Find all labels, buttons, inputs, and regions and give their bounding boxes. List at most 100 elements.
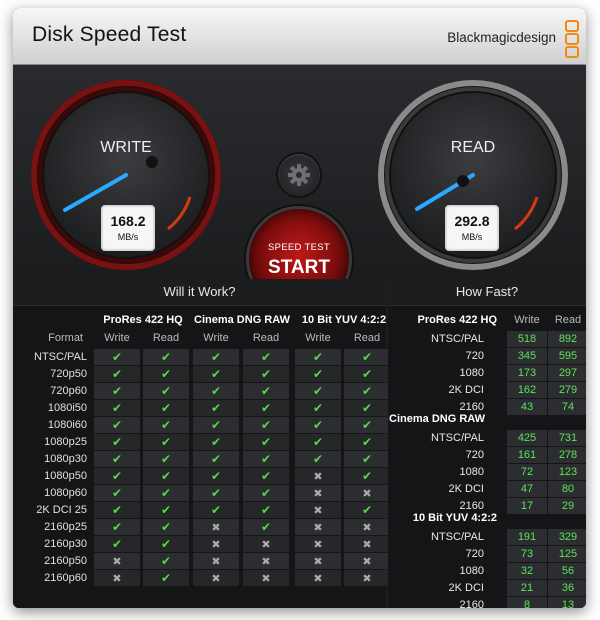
format-label: 2K DCI 25 — [36, 504, 87, 516]
support-cell: ✔ — [94, 434, 140, 450]
support-cell: ✔ — [143, 417, 189, 433]
format-label: NTSC/PAL — [34, 351, 87, 363]
format-label: 720p60 — [50, 385, 87, 397]
table-row: 2160p30 ✔ ✔ ✖ ✖ ✖ ✖ — [13, 536, 390, 552]
cross-icon: ✖ — [313, 522, 323, 534]
write-gauge-label: WRITE — [100, 139, 152, 156]
support-cell: ✔ — [243, 400, 289, 416]
format-label: 2160p25 — [44, 521, 87, 533]
support-cell: ✔ — [344, 383, 390, 399]
write-column-header: Write — [305, 332, 331, 344]
format-label: 1080i60 — [47, 419, 87, 431]
write-speed-value: 47 — [507, 481, 547, 497]
app-title: Disk Speed Test — [32, 23, 187, 46]
format-label: 2160 — [459, 599, 484, 608]
format-label: 1080p60 — [44, 487, 87, 499]
format-label: 1080 — [459, 367, 484, 379]
format-label: 720 — [465, 449, 484, 461]
check-icon: ✔ — [160, 520, 172, 534]
check-icon: ✔ — [260, 452, 272, 466]
format-label: 1080p25 — [44, 436, 87, 448]
check-icon: ✔ — [160, 452, 172, 466]
check-icon: ✔ — [160, 554, 172, 568]
support-cell: ✔ — [94, 519, 140, 535]
codec-group-header: ProRes 422 HQ — [417, 314, 497, 326]
support-cell: ✔ — [193, 383, 239, 399]
support-cell: ✔ — [94, 451, 140, 467]
check-icon: ✔ — [260, 486, 272, 500]
start-button-top-label: SPEED TEST — [268, 242, 330, 253]
cross-icon: ✖ — [211, 573, 221, 585]
codec-header: ProRes 422 HQ — [103, 314, 183, 326]
support-cell: ✔ — [344, 400, 390, 416]
support-cell: ✖ — [344, 570, 390, 586]
will-it-work-title: Will it Work? — [13, 279, 386, 306]
support-cell: ✔ — [143, 451, 189, 467]
read-speed-value: 297 — [548, 365, 586, 381]
format-label: 2160p60 — [44, 572, 87, 584]
cross-icon: ✖ — [261, 539, 271, 551]
table-row: 2160p50 ✖ ✔ ✖ ✖ ✖ ✖ — [13, 553, 390, 569]
check-icon: ✔ — [160, 367, 172, 381]
check-icon: ✔ — [160, 469, 172, 483]
read-speed-value: 123 — [548, 464, 586, 480]
support-cell: ✔ — [193, 485, 239, 501]
write-speed-value: 8 — [507, 597, 547, 608]
support-cell: ✔ — [143, 349, 189, 365]
support-cell: ✔ — [344, 349, 390, 365]
cross-icon: ✖ — [211, 539, 221, 551]
support-cell: ✖ — [193, 519, 239, 535]
support-cell: ✖ — [295, 570, 341, 586]
settings-button[interactable] — [278, 154, 320, 196]
read-value: 292.8 — [454, 213, 490, 229]
support-cell: ✔ — [193, 451, 239, 467]
brand-logo-icon — [565, 20, 579, 58]
support-cell: ✖ — [295, 485, 341, 501]
table-row: 2160p60 ✖ ✔ ✖ ✖ ✖ ✖ — [13, 570, 390, 586]
cross-icon: ✖ — [313, 471, 323, 483]
read-speed-value: 731 — [548, 430, 586, 446]
write-speed-value: 191 — [507, 529, 547, 545]
support-cell: ✔ — [143, 400, 189, 416]
cross-icon: ✖ — [261, 573, 271, 585]
brand-name: Blackmagicdesign — [447, 30, 556, 45]
support-cell: ✔ — [94, 366, 140, 382]
support-cell: ✔ — [344, 451, 390, 467]
support-cell: ✔ — [243, 519, 289, 535]
read-speed-value: 279 — [548, 382, 586, 398]
support-cell: ✔ — [243, 485, 289, 501]
write-speed-value: 425 — [507, 430, 547, 446]
check-icon: ✔ — [312, 350, 324, 364]
format-label: NTSC/PAL — [431, 432, 484, 444]
support-cell: ✖ — [295, 536, 341, 552]
check-icon: ✔ — [160, 384, 172, 398]
support-cell: ✖ — [193, 553, 239, 569]
support-cell: ✔ — [94, 417, 140, 433]
support-cell: ✔ — [193, 400, 239, 416]
support-cell: ✔ — [143, 485, 189, 501]
support-cell: ✔ — [295, 400, 341, 416]
check-icon: ✔ — [312, 401, 324, 415]
check-icon: ✔ — [361, 435, 373, 449]
table-row: 720p60 ✔ ✔ ✔ ✔ ✔ ✔ — [13, 383, 390, 399]
cross-icon: ✖ — [362, 522, 372, 534]
support-cell: ✔ — [243, 366, 289, 382]
read-gauge-label: READ — [450, 139, 496, 156]
format-label: 1080 — [459, 565, 484, 577]
check-icon: ✔ — [210, 384, 222, 398]
check-icon: ✔ — [260, 367, 272, 381]
support-cell: ✔ — [143, 536, 189, 552]
support-cell: ✔ — [344, 502, 390, 518]
read-speed-value: 125 — [548, 546, 586, 562]
read-column-header: Read — [554, 314, 582, 326]
write-speed-value: 32 — [507, 563, 547, 579]
format-label: 2160p50 — [44, 555, 87, 567]
support-cell: ✔ — [94, 502, 140, 518]
check-icon: ✔ — [361, 503, 373, 517]
support-cell: ✖ — [243, 553, 289, 569]
codec-group-header: 10 Bit YUV 4:2:2 — [412, 512, 497, 524]
write-unit: MB/s — [117, 232, 139, 242]
write-speed-value: 518 — [507, 331, 547, 347]
check-icon: ✔ — [160, 503, 172, 517]
table-row: 720p50 ✔ ✔ ✔ ✔ ✔ ✔ — [13, 366, 390, 382]
